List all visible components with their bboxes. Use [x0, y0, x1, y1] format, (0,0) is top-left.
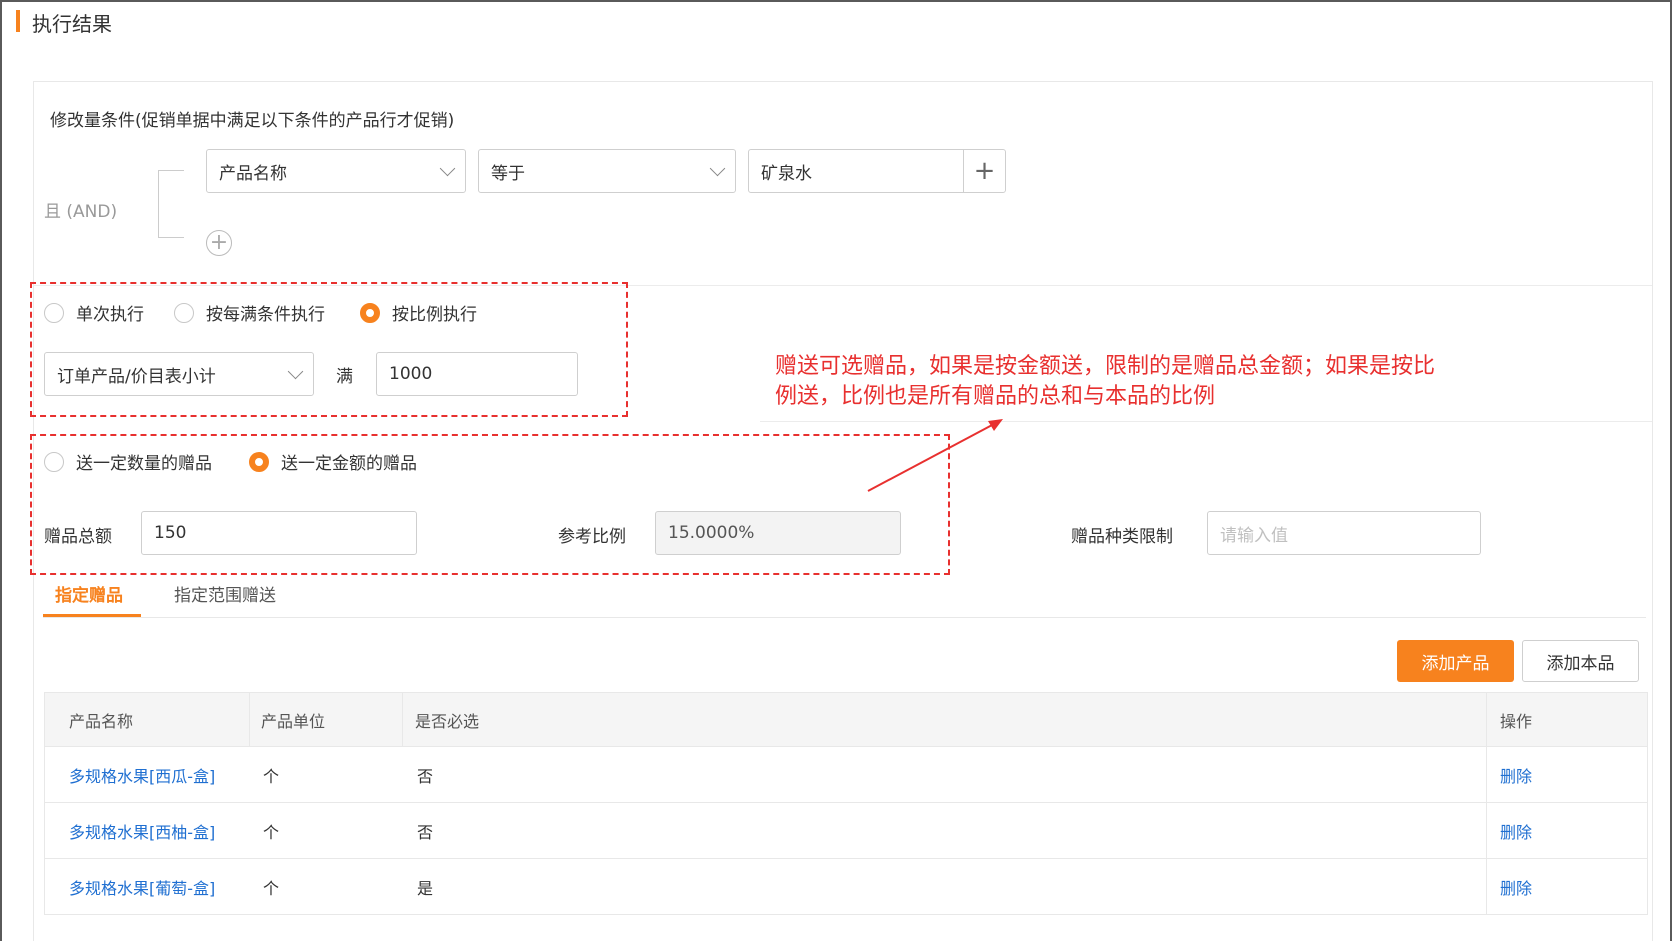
table-row: 多规格水果[西柚-盒] 个 否 删除 [45, 803, 1647, 859]
header-actions: 操作 [1500, 711, 1533, 731]
reference-ratio-label: 参考比例 [558, 527, 626, 547]
delete-link[interactable]: 删除 [1500, 747, 1532, 802]
header-required: 是否必选 [415, 711, 480, 731]
add-condition-icon[interactable]: + [206, 230, 232, 256]
product-name-link[interactable]: 多规格水果[西柚-盒] [69, 803, 215, 858]
chevron-down-icon [439, 160, 456, 177]
annotation-line-2: 例送，比例也是所有赠品的总和与本品的比例 [775, 384, 1216, 409]
full-label: 满 [336, 367, 353, 387]
delete-link[interactable]: 删除 [1500, 859, 1532, 914]
add-product-button[interactable]: 添加产品 [1397, 640, 1514, 682]
title-accent-bar [16, 10, 20, 32]
radio-gift-by-amount[interactable]: 送一定金额的赠品 [249, 449, 417, 474]
add-self-product-button[interactable]: 添加本品 [1522, 640, 1639, 682]
condition-field-value: 产品名称 [219, 163, 287, 184]
tab-specified-gift[interactable]: 指定赠品 [55, 581, 123, 606]
product-unit: 个 [263, 766, 280, 786]
execution-basis-value: 订单产品/价目表小计 [57, 366, 216, 387]
execution-basis-select[interactable]: 订单产品/价目表小计 [44, 352, 314, 396]
gift-kind-limit-input[interactable]: 请输入值 [1207, 511, 1481, 555]
logic-and-label[interactable]: 且 (AND) [44, 197, 117, 222]
table-row: 多规格水果[葡萄-盒] 个 是 删除 [45, 859, 1647, 915]
condition-field-select[interactable]: 产品名称 [206, 149, 466, 193]
radio-single-execute[interactable]: 单次执行 [44, 300, 144, 325]
radio-each-condition-execute[interactable]: 按每满条件执行 [174, 300, 325, 325]
tab-range-gift[interactable]: 指定范围赠送 [174, 581, 276, 606]
product-name-link[interactable]: 多规格水果[西瓜-盒] [69, 747, 215, 802]
annotation-arrow [867, 419, 1003, 492]
window-frame-top [0, 0, 1672, 2]
gift-total-input[interactable]: 150 [141, 511, 417, 555]
radio-circle [174, 302, 194, 323]
reference-ratio-field: 15.0000% [655, 511, 901, 555]
chevron-down-icon [709, 160, 726, 177]
annotation-line-1: 赠送可选赠品，如果是按金额送，限制的是赠品总金额；如果是按比 [775, 354, 1436, 379]
column-separator [402, 693, 403, 746]
column-separator [1486, 747, 1487, 802]
column-separator [1486, 859, 1487, 914]
radio-ratio-execute[interactable]: 按比例执行 [360, 300, 477, 325]
condition-group-bracket [158, 170, 184, 238]
column-separator [1486, 803, 1487, 858]
condition-operator-select[interactable]: 等于 [478, 149, 736, 193]
condition-operator-value: 等于 [491, 163, 525, 184]
radio-label: 按比例执行 [392, 305, 477, 325]
column-separator [1486, 693, 1487, 746]
gift-kind-limit-label: 赠品种类限制 [1071, 527, 1173, 547]
plus-icon[interactable]: + [963, 150, 1005, 192]
product-required: 否 [417, 766, 434, 786]
radio-circle-selected [249, 451, 269, 472]
table-row: 多规格水果[西瓜-盒] 个 否 删除 [45, 747, 1647, 803]
condition-section-title: 修改量条件(促销单据中满足以下条件的产品行才促销) [50, 111, 455, 131]
table-header: 产品名称 产品单位 是否必选 操作 [45, 693, 1647, 747]
radio-circle [44, 451, 64, 472]
window-frame-left [0, 0, 2, 941]
radio-label: 送一定数量的赠品 [76, 454, 212, 474]
gift-product-table: 产品名称 产品单位 是否必选 操作 多规格水果[西瓜-盒] 个 否 删除 多规格… [44, 692, 1648, 915]
radio-label: 送一定金额的赠品 [281, 454, 417, 474]
product-required: 否 [417, 822, 434, 842]
gift-total-label: 赠品总额 [44, 527, 112, 547]
annotation-note: 赠送可选赠品，如果是按金额送，限制的是赠品总金额；如果是按比 例送，比例也是所有… [775, 352, 1495, 412]
chevron-down-icon [287, 363, 304, 380]
header-product-unit: 产品单位 [261, 711, 326, 731]
product-name-link[interactable]: 多规格水果[葡萄-盒] [69, 859, 215, 914]
page-title: 执行结果 [32, 12, 112, 36]
delete-link[interactable]: 删除 [1500, 803, 1532, 858]
header-product-name: 产品名称 [69, 711, 134, 731]
radio-label: 单次执行 [76, 305, 144, 325]
condition-value-input[interactable]: 矿泉水 + [748, 149, 1006, 193]
product-unit: 个 [263, 822, 280, 842]
product-unit: 个 [263, 878, 280, 898]
column-separator [249, 693, 250, 746]
radio-circle [44, 302, 64, 323]
radio-gift-by-quantity[interactable]: 送一定数量的赠品 [44, 449, 212, 474]
product-required: 是 [417, 878, 434, 898]
full-amount-input[interactable]: 1000 [376, 352, 578, 396]
radio-circle-selected [360, 302, 380, 323]
radio-label: 按每满条件执行 [206, 305, 325, 325]
tabs-baseline [43, 617, 1646, 618]
condition-value-text: 矿泉水 [761, 163, 812, 184]
